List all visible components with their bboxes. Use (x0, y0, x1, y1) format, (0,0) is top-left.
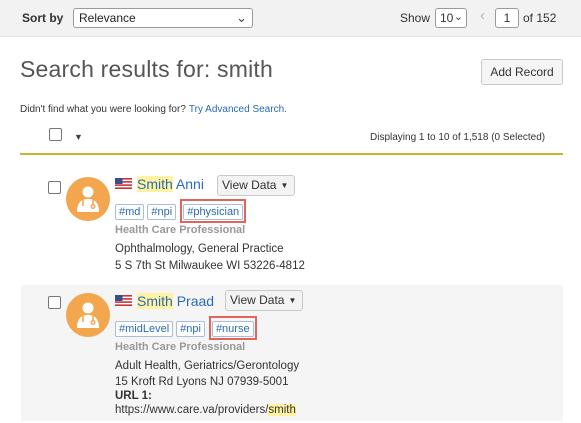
result-checkbox[interactable] (48, 181, 61, 194)
us-flag-icon (115, 295, 132, 307)
name-rest: Praad (176, 292, 215, 309)
avatar (66, 293, 110, 337)
name-rest: Anni (175, 175, 204, 192)
tag[interactable]: #npi (176, 321, 205, 337)
advanced-search-hint: Didn't find what you were looking for? Tr… (20, 104, 287, 115)
page-size-select[interactable]: 10 ⌄ (435, 8, 467, 28)
tag-list: #midLevel #npi #nurse (115, 316, 257, 340)
sort-label: Sort by (22, 11, 64, 25)
view-data-label: View Data (230, 293, 285, 307)
avatar (66, 177, 110, 221)
name-highlight: Smith (137, 175, 173, 192)
hint-text: Didn't find what you were looking for? (20, 104, 186, 115)
url-value[interactable]: https://www.care.va/providers/smith (115, 404, 296, 416)
page-number-input[interactable]: 1 (495, 8, 519, 28)
results-summary: Displaying 1 to 10 of 1,518 (0 Selected) (370, 132, 546, 143)
tag[interactable]: #nurse (211, 321, 254, 337)
url-prefix: https://www.care.va/providers/ (115, 404, 269, 416)
add-record-button[interactable]: Add Record (481, 59, 563, 85)
doctor-icon (77, 186, 99, 212)
result-checkbox[interactable] (48, 296, 61, 309)
us-flag-icon (115, 178, 132, 190)
tag-highlight-box: #nurse (208, 316, 257, 340)
specialty: Adult Health, Geriatrics/Gerontology (115, 360, 300, 372)
page-title: Search results for: smith (20, 56, 273, 82)
divider (20, 153, 563, 155)
result-item: Smith Praad View Data ▼ #midLevel #npi #nur… (21, 285, 563, 421)
view-data-button[interactable]: View Data ▼ (225, 290, 304, 311)
tag-list: #md #npi #physician (115, 199, 247, 223)
tag[interactable]: #md (115, 204, 145, 220)
result-name-row: Smith Anni (115, 175, 204, 197)
address: 5 S 7th St Milwaukee WI 53226-4812 (115, 260, 305, 272)
address: 15 Kroft Rd Lyons NJ 07939-5001 (115, 376, 289, 388)
select-all-checkbox[interactable] (49, 128, 62, 141)
url-label: URL 1: (115, 390, 152, 402)
chevron-left-icon[interactable]: ‹ (480, 7, 485, 24)
view-data-label: View Data (222, 178, 277, 192)
toolbar: Sort by Relevance ⌄ Show 10 ⌄ ‹ 1 of 152 (0, 0, 581, 37)
caret-down-icon[interactable]: ▼ (74, 132, 83, 142)
tag-highlight-box: #physician (180, 199, 247, 223)
view-data-button[interactable]: View Data ▼ (217, 175, 296, 196)
page-size-value: 10 (440, 11, 454, 25)
page-count: of 152 (523, 11, 557, 25)
show-label: Show (400, 11, 431, 25)
tag[interactable]: #npi (147, 204, 177, 220)
result-name[interactable]: Smith Anni (137, 175, 204, 192)
result-name-row: Smith Praad (115, 292, 214, 314)
result-name[interactable]: Smith Praad (137, 292, 215, 309)
result-item: Smith Anni View Data ▼ #md #npi #physician … (21, 167, 563, 277)
tag[interactable]: #midLevel (115, 321, 174, 337)
name-highlight: Smith (137, 292, 173, 309)
url-highlight: smith (268, 404, 296, 416)
caret-down-icon: ▼ (280, 181, 289, 190)
advanced-search-link[interactable]: Try Advanced Search. (189, 104, 287, 115)
doctor-icon (77, 302, 99, 328)
tag[interactable]: #physician (183, 204, 244, 220)
chevron-down-icon: ⌄ (453, 11, 463, 23)
record-type: Health Care Professional (115, 224, 246, 236)
record-type: Health Care Professional (115, 341, 246, 353)
caret-down-icon: ▼ (288, 296, 297, 305)
specialty: Ophthalmology, General Practice (115, 243, 284, 255)
chevron-down-icon: ⌄ (236, 10, 247, 25)
sort-select[interactable]: Relevance ⌄ (73, 8, 253, 28)
sort-select-value: Relevance (79, 11, 136, 25)
